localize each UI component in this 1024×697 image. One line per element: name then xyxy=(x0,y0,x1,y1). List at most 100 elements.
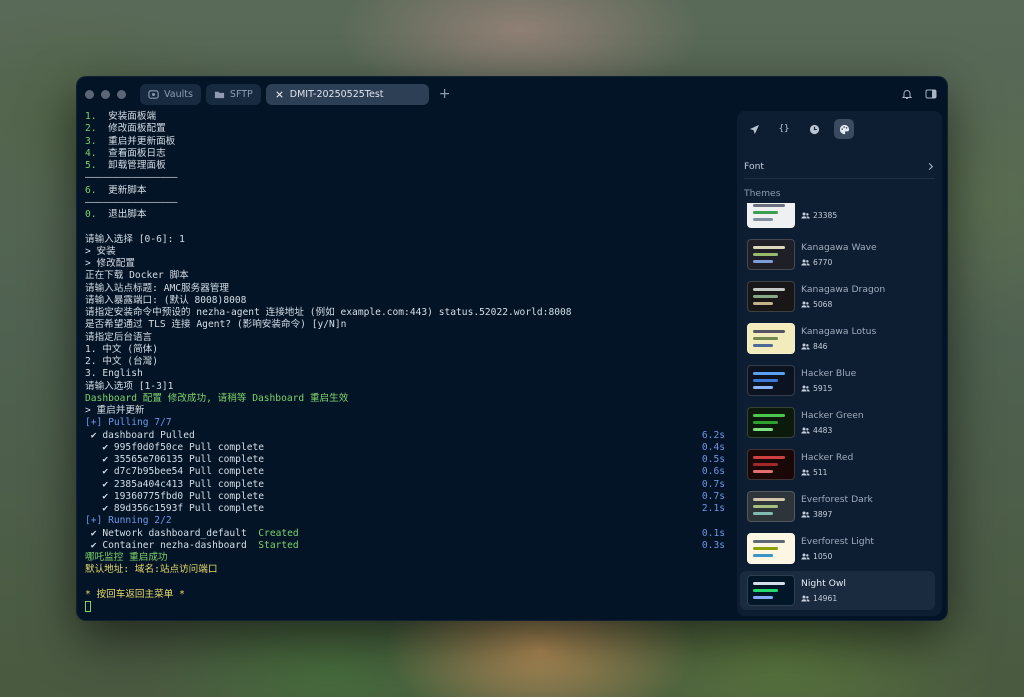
terminal-duration: 0.5s xyxy=(701,454,725,465)
terminal-output[interactable]: 1. 安装面板端 2. 修改面板配置 3. 重启并更新面板 4. 查看面板日志 5. 卸… xyxy=(85,111,725,616)
theme-name: Kanagawa Lotus xyxy=(801,326,877,337)
terminal-line: 请输入站点标题: AMC服务器管理 xyxy=(85,283,725,295)
terminal-line-text: 0. 退出脚本 xyxy=(85,209,147,220)
theme-preview-line xyxy=(753,211,779,214)
theme-name: Hacker Red xyxy=(801,452,854,463)
terminal-line: ✔ Container nezha-dashboard Started 0.3s xyxy=(85,540,725,552)
theme-preview-line xyxy=(753,456,786,459)
theme-name: Everforest Dark xyxy=(801,494,873,505)
terminal-line-text: 4. 查看面板日志 xyxy=(85,147,166,159)
users-icon xyxy=(801,595,810,602)
terminal-line: ✔ Network dashboard_default Created 0.1s xyxy=(85,528,725,540)
terminal-line-text: ———————————————— xyxy=(85,196,178,208)
terminal-duration: 0.3s xyxy=(701,539,725,551)
bell-icon[interactable] xyxy=(901,88,913,100)
maximize-window-button[interactable] xyxy=(117,89,126,99)
tab-vaults[interactable]: Vaults xyxy=(140,83,201,105)
theme-preview xyxy=(747,449,795,480)
theme-count-value: 6770 xyxy=(813,258,833,267)
terminal-line-text: > 重启并更新 xyxy=(85,405,145,416)
theme-info: 23385 xyxy=(801,206,837,220)
palette-icon[interactable] xyxy=(834,119,854,139)
sidebar-toggle-icon[interactable] xyxy=(925,88,937,100)
theme-info: Hacker Green 4483 xyxy=(801,410,864,435)
theme-user-count: 4483 xyxy=(801,426,864,435)
theme-user-count: 3897 xyxy=(801,510,873,519)
terminal-line: ✔ dashboard Pulled 6.2s xyxy=(85,430,725,442)
terminal-line: 6. 更新脚本 xyxy=(85,185,725,197)
terminal-line: 2. 修改面板配置 xyxy=(85,123,725,135)
terminal-line: 请输入选择 [0-6]: 1 xyxy=(85,234,725,246)
theme-item[interactable]: Night Owl 14961 xyxy=(740,571,935,610)
tab-sftp[interactable]: SFTP xyxy=(205,83,261,105)
theme-preview xyxy=(747,203,795,228)
theme-info: Kanagawa Wave 6770 xyxy=(801,242,877,267)
window-controls xyxy=(85,89,126,99)
terminal-status: Started xyxy=(258,539,299,551)
theme-preview-line xyxy=(753,554,773,557)
terminal-line-text: 请输入站点标题: AMC服务器管理 xyxy=(85,282,230,294)
theme-preview xyxy=(747,365,795,396)
users-icon xyxy=(801,469,810,476)
close-window-button[interactable] xyxy=(85,89,94,99)
terminal-line-text: ✔ 35565e706135 Pull complete xyxy=(85,454,265,465)
theme-preview-line xyxy=(753,379,779,382)
theme-item[interactable]: Hacker Red 511 xyxy=(740,445,935,484)
terminal-line: 3. 重启并更新面板 xyxy=(85,136,725,148)
theme-info: Everforest Dark 3897 xyxy=(801,494,873,519)
theme-info: Hacker Red 511 xyxy=(801,452,853,477)
theme-preview-line xyxy=(753,253,779,256)
terminal-line: ———————————————— xyxy=(85,197,725,209)
folder-icon xyxy=(214,91,225,98)
theme-preview-line xyxy=(753,218,773,221)
theme-item[interactable]: Everforest Dark 3897 xyxy=(740,487,935,526)
send-icon[interactable] xyxy=(744,119,764,139)
theme-item[interactable]: Hacker Green 4483 xyxy=(740,403,935,442)
theme-preview-line xyxy=(753,596,773,599)
minimize-window-button[interactable] xyxy=(101,89,110,99)
font-setting-row[interactable]: Font xyxy=(744,155,935,179)
close-icon[interactable] xyxy=(274,89,285,100)
braces-icon[interactable]: {} xyxy=(774,119,794,139)
theme-preview-line xyxy=(753,512,773,515)
theme-preview-line xyxy=(753,372,786,375)
terminal-line-text: 正在下载 Docker 脚本 xyxy=(85,270,189,282)
terminal-line: 2. 中文 (台灣) xyxy=(85,356,725,368)
theme-preview-line xyxy=(753,414,786,417)
terminal-line: > 安装 xyxy=(85,246,725,258)
terminal-line-text: 5. 卸载管理面板 xyxy=(85,160,166,171)
theme-user-count: 5915 xyxy=(801,384,856,393)
theme-count-value: 5915 xyxy=(813,384,833,393)
terminal-line: Dashboard 配置 修改成功, 请稍等 Dashboard 重启生效 xyxy=(85,393,725,405)
theme-preview-line xyxy=(753,260,773,263)
settings-panel: {} Font Themes 23385 Kanagawa Wave 6770 Kan… xyxy=(737,111,942,616)
terminal-line: 请输入选项 [1-3]1 xyxy=(85,381,725,393)
theme-item[interactable]: Kanagawa Wave 6770 xyxy=(740,235,935,274)
theme-preview-line xyxy=(753,295,779,298)
terminal-line-text: 是否希望通过 TLS 连接 Agent? (影响安装命令) [y/N]n xyxy=(85,319,347,331)
tab-session[interactable]: DMIT-20250525Test xyxy=(265,83,429,105)
theme-item[interactable]: Kanagawa Lotus 846 xyxy=(740,319,935,358)
terminal-line-text: 请输入选项 [1-3]1 xyxy=(85,380,174,392)
clock-icon[interactable] xyxy=(804,119,824,139)
terminal-line-text: Dashboard 配置 修改成功, 请稍等 Dashboard 重启生效 xyxy=(85,392,349,404)
theme-item[interactable]: Kanagawa Dragon 5068 xyxy=(740,277,935,316)
users-icon xyxy=(801,301,810,308)
terminal-line-text: > 修改配置 xyxy=(85,258,135,269)
terminal-line: ✔ d7c7b95bee54 Pull complete 0.6s xyxy=(85,466,725,478)
terminal-line-text: 2. 修改面板配置 xyxy=(85,123,166,135)
theme-count-value: 23385 xyxy=(813,210,838,220)
terminal-line: 1. 安装面板端 xyxy=(85,111,725,123)
theme-name: Kanagawa Wave xyxy=(801,242,877,253)
theme-name: Hacker Blue xyxy=(801,368,857,379)
theme-preview-line xyxy=(753,582,786,585)
theme-item[interactable]: Hacker Blue 5915 xyxy=(740,361,935,400)
terminal-line: 是否希望通过 TLS 连接 Agent? (影响安装命令) [y/N]n xyxy=(85,319,725,331)
terminal-line: 4. 查看面板日志 xyxy=(85,148,725,160)
new-tab-button[interactable]: + xyxy=(439,86,451,102)
theme-item[interactable]: 23385 xyxy=(740,203,935,232)
terminal-line: 请指定安装命令中预设的 nezha-agent 连接地址 (例如 example… xyxy=(85,307,725,319)
theme-count-value: 3897 xyxy=(813,510,833,519)
terminal-line: ✔ 89d356c1593f Pull complete 2.1s xyxy=(85,503,725,515)
theme-item[interactable]: Everforest Light 1050 xyxy=(740,529,935,568)
